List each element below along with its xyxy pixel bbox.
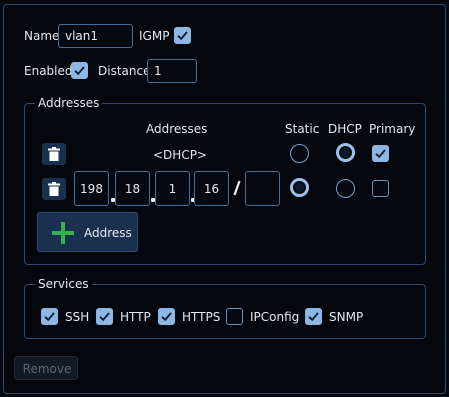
- checkmark-icon: [308, 312, 319, 322]
- addresses-column-header: Addresses: [146, 122, 208, 136]
- service-label-ipconfig: IPConfig: [250, 310, 300, 324]
- prefix-slash-icon: [233, 180, 241, 196]
- delete-address-button[interactable]: [42, 143, 66, 165]
- primary-column-header: Primary: [369, 122, 416, 136]
- igmp-label: IGMP: [139, 29, 170, 43]
- add-address-label: Address: [84, 226, 132, 240]
- services-group-title: Services: [35, 277, 92, 291]
- dhcp-radio-2[interactable]: [336, 179, 355, 198]
- distance-input[interactable]: 1: [147, 59, 197, 83]
- enabled-label: Enabled: [24, 64, 73, 78]
- service-label-ssh: SSH: [65, 310, 90, 324]
- ip-octet-2[interactable]: 18: [115, 171, 150, 206]
- distance-label: Distance: [98, 64, 151, 78]
- add-address-button[interactable]: Address: [37, 212, 138, 252]
- delete-address-button[interactable]: [42, 178, 66, 200]
- primary-checkbox-1[interactable]: [372, 145, 389, 162]
- addresses-group-title: Addresses: [35, 96, 103, 110]
- checkmark-icon: [375, 149, 386, 159]
- service-checkbox-ssh[interactable]: [41, 308, 58, 325]
- trash-icon: [48, 182, 60, 196]
- name-label: Name: [24, 29, 60, 43]
- service-label-http: HTTP: [120, 310, 151, 324]
- prefix-length-input[interactable]: [245, 171, 280, 206]
- ip-octet-1[interactable]: 198: [74, 171, 109, 206]
- name-input[interactable]: vlan1: [58, 24, 133, 48]
- checkmark-icon: [99, 312, 110, 322]
- checkmark-icon: [161, 312, 172, 322]
- primary-checkbox-2[interactable]: [372, 180, 389, 197]
- dhcp-address-text: <DHCP>: [153, 148, 207, 162]
- service-label-https: HTTPS: [182, 310, 221, 324]
- ip-octet-4[interactable]: 16: [194, 171, 229, 206]
- remove-button-label: Remove: [22, 362, 72, 376]
- service-checkbox-https[interactable]: [158, 308, 175, 325]
- plus-icon: [52, 222, 74, 244]
- service-label-snmp: SNMP: [329, 310, 364, 324]
- dhcp-radio-1[interactable]: [336, 143, 355, 162]
- service-checkbox-snmp[interactable]: [305, 308, 322, 325]
- dhcp-column-header: DHCP: [328, 122, 362, 136]
- static-column-header: Static: [285, 122, 320, 136]
- enabled-checkbox[interactable]: [71, 62, 88, 79]
- service-checkbox-ipconfig[interactable]: [226, 308, 243, 325]
- remove-button[interactable]: Remove: [14, 356, 78, 380]
- checkmark-icon: [44, 312, 55, 322]
- igmp-checkbox[interactable]: [174, 27, 191, 44]
- ip-octet-3[interactable]: 1: [155, 171, 190, 206]
- service-checkbox-http[interactable]: [96, 308, 113, 325]
- checkmark-icon: [74, 66, 85, 76]
- trash-icon: [48, 147, 60, 161]
- static-radio-1[interactable]: [290, 144, 309, 163]
- static-radio-2[interactable]: [290, 178, 309, 197]
- checkmark-icon: [177, 31, 188, 41]
